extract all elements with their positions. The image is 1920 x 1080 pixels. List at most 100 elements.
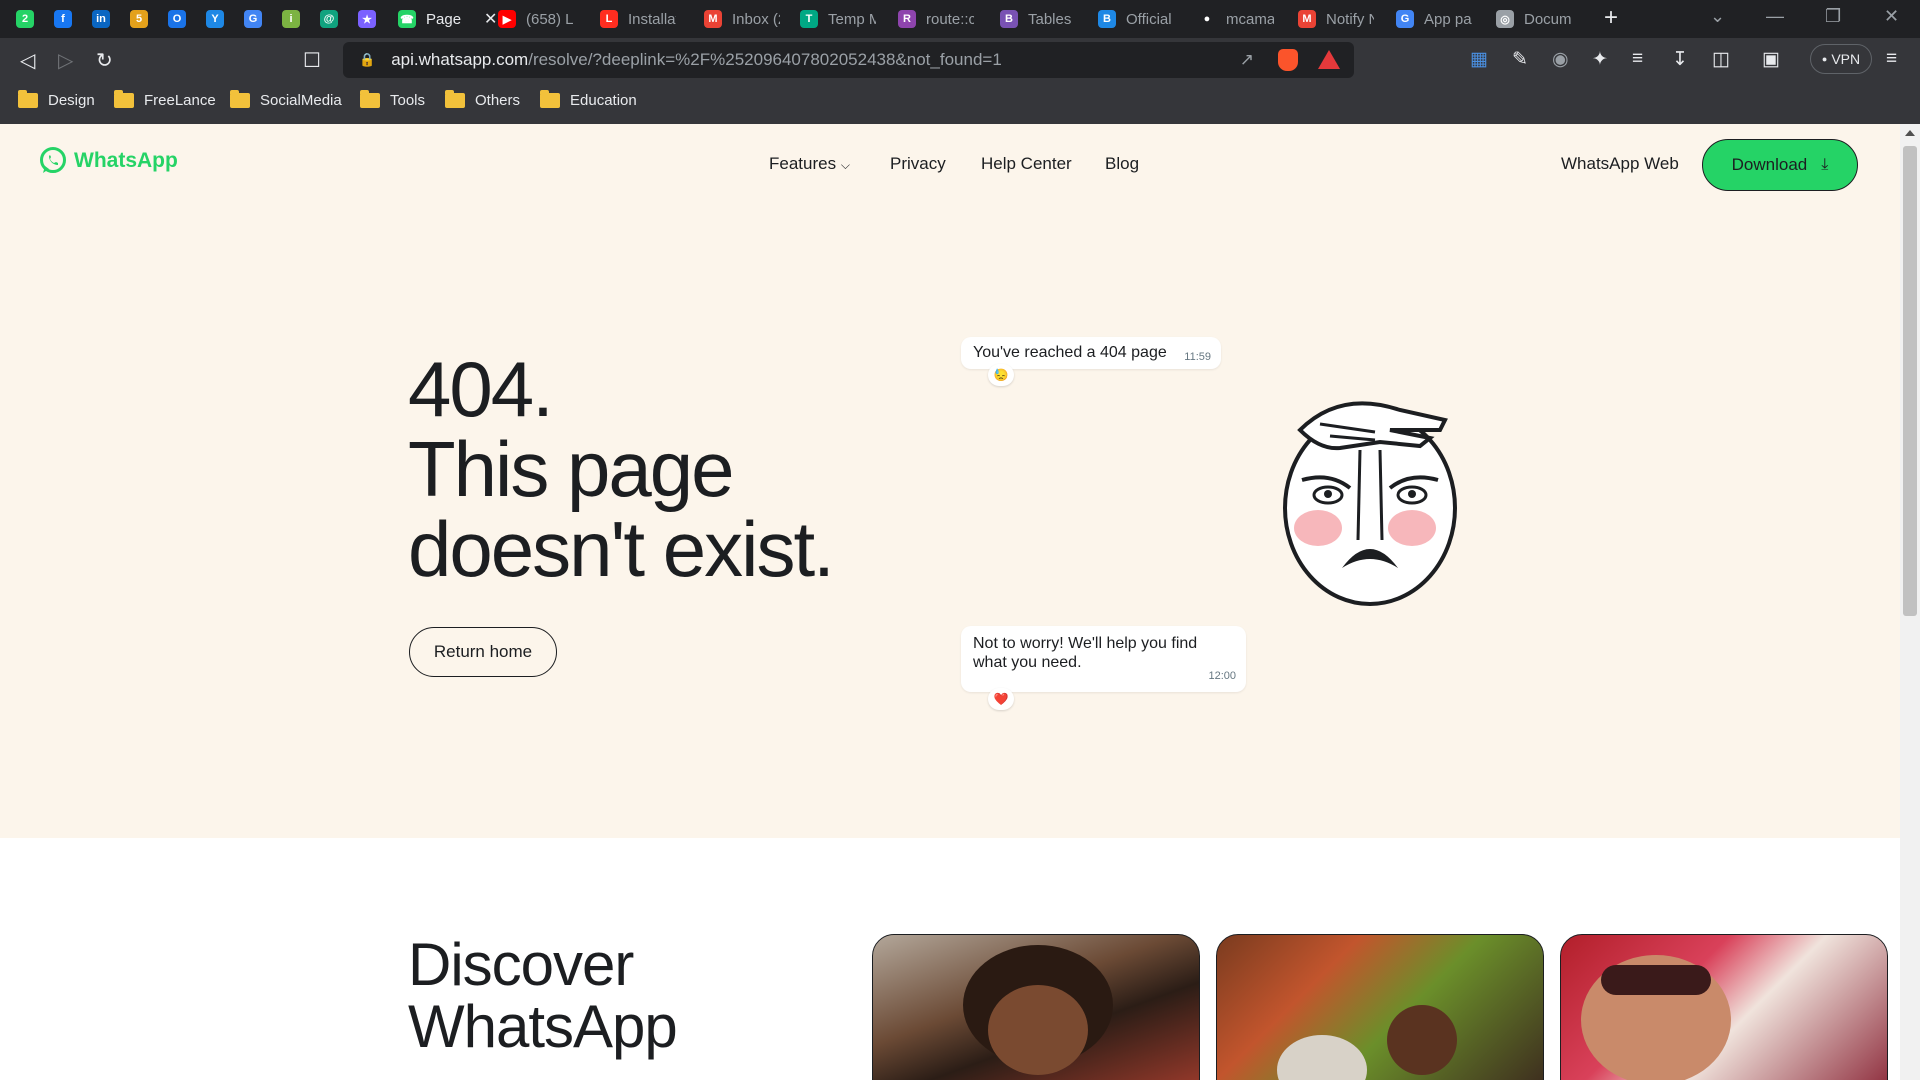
tab-title: Official: [1126, 10, 1172, 28]
whatsapp-logo[interactable]: WhatsApp: [38, 146, 178, 176]
pen-extension-icon[interactable]: ✎: [1512, 48, 1528, 71]
whatsapp-tab-icon: 2: [16, 10, 34, 28]
browser-tab[interactable]: B Official: [1098, 5, 1174, 33]
return-home-button[interactable]: Return home: [409, 627, 557, 677]
browser-tab[interactable]: ● mcamar: [1198, 5, 1274, 33]
radio-extension-icon[interactable]: ▦: [1470, 48, 1488, 71]
tab-search-icon[interactable]: ⌄: [1710, 6, 1725, 27]
browser-tab[interactable]: G App pas: [1396, 5, 1472, 33]
close-window-button[interactable]: ✕: [1884, 6, 1899, 27]
browser-tab[interactable]: O: [168, 5, 186, 33]
browser-chrome: 2fin5OYGi@★☎Page✕▶(658) LaLInstallatiMIn…: [0, 0, 1920, 124]
openai-tab-icon: @: [320, 10, 338, 28]
google-tab-icon: G: [1396, 10, 1414, 28]
chevron-down-icon: ⌵: [840, 158, 850, 172]
download-button[interactable]: Download ⤓: [1702, 139, 1858, 191]
nav-privacy[interactable]: Privacy: [890, 154, 946, 174]
browser-tab[interactable]: ▶ (658) La: [498, 5, 574, 33]
browser-tab[interactable]: in: [92, 5, 110, 33]
address-bar[interactable]: 🔒 api.whatsapp.com/resolve/?deeplink=%2F…: [343, 42, 1354, 78]
gmail-tab-icon: M: [1298, 10, 1316, 28]
tab-title: App pas: [1424, 10, 1472, 28]
browser-tab[interactable]: ☎ Page ✕: [398, 5, 497, 33]
restore-button[interactable]: ❐: [1825, 6, 1841, 27]
bookmark-folder-freelance[interactable]: FreeLance: [114, 90, 216, 109]
browser-tab[interactable]: ★: [358, 5, 376, 33]
y-tab-icon: Y: [206, 10, 224, 28]
bookmark-folder-tools[interactable]: Tools: [360, 90, 425, 109]
tab-title: Installati: [628, 10, 676, 28]
browser-tab[interactable]: Y: [206, 5, 224, 33]
bookmark-icon[interactable]: ☐: [303, 48, 321, 73]
new-tab-button[interactable]: +: [1604, 4, 1618, 32]
laravel-tab-icon: L: [600, 10, 618, 28]
reload-icon[interactable]: ↻: [96, 48, 113, 73]
minimize-button[interactable]: —: [1766, 6, 1784, 27]
discover-photo-market-family: [1216, 934, 1544, 1080]
forward-icon[interactable]: ▷: [58, 48, 73, 73]
tab-title: Inbox (2: [732, 10, 780, 28]
browser-tab[interactable]: B Tables -: [1000, 5, 1076, 33]
discover-section: Discover WhatsApp: [0, 838, 1900, 1080]
browser-tab[interactable]: 2: [16, 5, 34, 33]
github-tab-icon: ●: [1203, 13, 1211, 25]
brave-rewards-icon[interactable]: [1318, 50, 1340, 69]
scrollbar-thumb[interactable]: [1903, 146, 1917, 616]
translate-tab-icon: G: [244, 10, 262, 28]
folder-icon: [114, 90, 134, 108]
back-icon[interactable]: ◁: [20, 48, 35, 73]
browser-tab[interactable]: 5: [130, 5, 148, 33]
wallet-icon[interactable]: ▣: [1762, 48, 1780, 71]
download-icon[interactable]: ↧: [1672, 48, 1688, 71]
browser-tab[interactable]: ◎ Docume: [1496, 5, 1572, 33]
lock-icon: 🔒: [359, 52, 376, 67]
menu-icon[interactable]: ≡: [1886, 48, 1897, 70]
browser-tab[interactable]: i: [282, 5, 300, 33]
nav-help-center[interactable]: Help Center: [981, 154, 1072, 174]
route-tab-icon: R: [898, 10, 916, 28]
app-tab-icon: ★: [358, 10, 376, 28]
nav-whatsapp-web[interactable]: WhatsApp Web: [1561, 154, 1679, 174]
extensions-icon[interactable]: ✦: [1592, 48, 1608, 71]
page-scrollbar[interactable]: [1900, 124, 1920, 1080]
brave-shields-icon[interactable]: [1278, 49, 1298, 71]
browser-tab[interactable]: G: [244, 5, 262, 33]
browser-tab[interactable]: T Temp M: [800, 5, 876, 33]
bookmark-folder-socialmedia[interactable]: SocialMedia: [230, 90, 342, 109]
error-headline: 404. This page doesn't exist.: [408, 345, 835, 593]
tab-title: Page: [426, 10, 462, 28]
bookmark-folder-design[interactable]: Design: [18, 90, 95, 109]
folder-icon: [18, 90, 38, 108]
circle-tab-icon: O: [168, 10, 186, 28]
page-viewport: WhatsApp Features ⌵ Privacy Help Center …: [0, 124, 1900, 1080]
tab-title: route::cc: [926, 10, 974, 28]
whatsapp-logo-icon: [40, 147, 66, 173]
browser-tab[interactable]: f: [54, 5, 72, 33]
folder-icon: [360, 90, 380, 108]
folder-icon: [445, 90, 465, 108]
whatsapp-tab-icon: ☎: [398, 10, 416, 28]
nav-features[interactable]: Features ⌵: [769, 154, 850, 174]
bookmark-folder-education[interactable]: Education: [540, 90, 637, 109]
gmail-tab-icon: M: [704, 10, 722, 28]
reaction-sweat-emoji: 😓: [988, 364, 1014, 386]
sidebar-icon[interactable]: ◫: [1712, 48, 1730, 71]
browser-tab[interactable]: M Inbox (2: [704, 5, 780, 33]
share-icon[interactable]: ↗: [1240, 50, 1254, 70]
folder-icon: [230, 90, 250, 108]
browser-tab[interactable]: Rroute::cc: [898, 5, 974, 33]
bookmark-folder-others[interactable]: Others: [445, 90, 520, 109]
scroll-up-arrow-icon[interactable]: [1905, 130, 1915, 136]
nav-blog[interactable]: Blog: [1105, 154, 1139, 174]
profile-extension-icon[interactable]: ◉: [1552, 48, 1569, 71]
discover-photo-smiling-woman: [1560, 934, 1888, 1080]
browser-tab[interactable]: L Installati: [600, 5, 676, 33]
browser-tab[interactable]: M Notify N: [1298, 5, 1374, 33]
playlist-icon[interactable]: ≡: [1632, 48, 1643, 70]
browser-tab[interactable]: @: [320, 5, 338, 33]
bookmarks-bar: Design FreeLance SocialMedia Tools Other…: [0, 82, 1920, 124]
vpn-button[interactable]: ● VPN: [1810, 44, 1872, 74]
discover-title: Discover WhatsApp: [408, 931, 678, 1060]
close-tab-icon[interactable]: ✕: [484, 9, 497, 29]
chat-bubble-help: Not to worry! We'll help you find what y…: [961, 626, 1246, 692]
